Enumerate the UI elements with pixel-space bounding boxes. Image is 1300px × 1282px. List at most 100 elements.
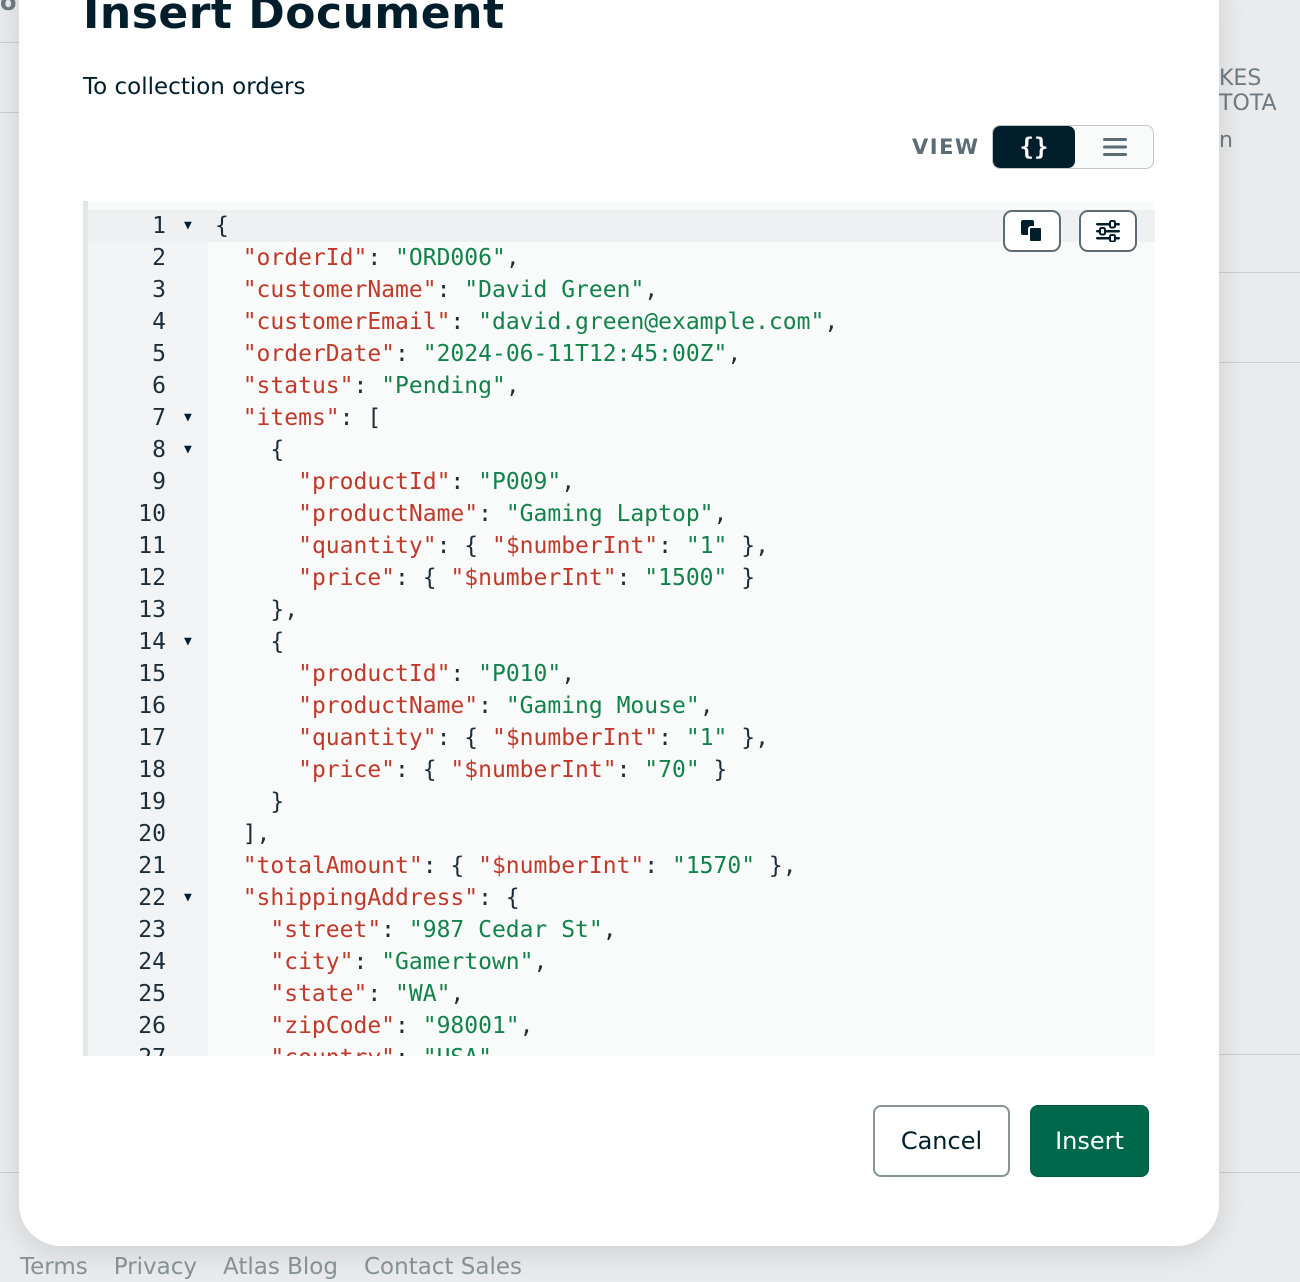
- code-line[interactable]: 2 "orderId": "ORD006",: [88, 242, 1155, 274]
- line-number: 14: [138, 629, 166, 655]
- code-text: "country": "USA": [215, 1042, 492, 1056]
- json-view-button[interactable]: {}: [993, 126, 1075, 168]
- code-line[interactable]: 12 "price": { "$numberInt": "1500" }: [88, 562, 1155, 594]
- code-text: {: [215, 213, 229, 239]
- code-line[interactable]: 15 "productId": "P010",: [88, 658, 1155, 690]
- code-line[interactable]: 1 ▼ {: [88, 210, 1155, 242]
- line-number: 12: [138, 565, 166, 591]
- code-line[interactable]: 25 "state": "WA",: [88, 978, 1155, 1010]
- code-line[interactable]: 22 ▼ "shippingAddress": {: [88, 882, 1155, 914]
- code-line[interactable]: 6 "status": "Pending",: [88, 370, 1155, 402]
- code-text: "city": "Gamertown",: [270, 949, 548, 975]
- code-text: "quantity": { "$numberInt": "1" },: [298, 533, 769, 559]
- code-line[interactable]: 21 "totalAmount": { "$numberInt": "1570"…: [88, 850, 1155, 882]
- code-line[interactable]: 20 ],: [88, 818, 1155, 850]
- curly-braces-icon: {}: [1019, 133, 1049, 161]
- code-text: "customerEmail": "david.green@example.co…: [242, 309, 839, 335]
- line-number: 11: [138, 533, 166, 559]
- code-line[interactable]: 5 "orderDate": "2024-06-11T12:45:00Z",: [88, 338, 1155, 370]
- background-column-header: KES TOTA: [1219, 66, 1277, 116]
- code-line[interactable]: 8 ▼ {: [88, 434, 1155, 466]
- line-number: 23: [138, 917, 166, 943]
- code-line[interactable]: 18 "price": { "$numberInt": "70" }: [88, 754, 1155, 786]
- code-line[interactable]: 23 "street": "987 Cedar St",: [88, 914, 1155, 946]
- background-divider: [0, 42, 19, 43]
- fold-arrow-icon[interactable]: ▼: [184, 210, 196, 242]
- background-divider: [0, 1172, 19, 1173]
- fold-arrow-icon[interactable]: ▼: [184, 626, 196, 658]
- view-toggle: {}: [992, 125, 1154, 169]
- code-text: "state": "WA",: [270, 981, 465, 1007]
- code-text: "totalAmount": { "$numberInt": "1570" },: [242, 853, 797, 879]
- code-line[interactable]: 19 }: [88, 786, 1155, 818]
- code-text: {: [215, 629, 285, 655]
- background-divider: [1219, 362, 1300, 363]
- code-text: "street": "987 Cedar St",: [270, 917, 617, 943]
- line-number: 22: [138, 885, 166, 911]
- code-text: "productName": "Gaming Mouse",: [298, 693, 714, 719]
- line-number: 16: [138, 693, 166, 719]
- code-text: "orderDate": "2024-06-11T12:45:00Z",: [242, 341, 742, 367]
- background-fragment-left: o: [0, 0, 17, 16]
- background-divider: [1219, 1054, 1300, 1055]
- line-number: 15: [138, 661, 166, 687]
- line-number: 27: [96, 1042, 166, 1056]
- line-number: 18: [138, 757, 166, 783]
- code-line[interactable]: 4 "customerEmail": "david.green@example.…: [88, 306, 1155, 338]
- line-number: 3: [152, 277, 166, 303]
- code-text: },: [215, 597, 299, 623]
- view-label: VIEW: [912, 135, 980, 159]
- code-line[interactable]: 13 },: [88, 594, 1155, 626]
- footer-links: Terms Privacy Atlas Blog Contact Sales: [20, 1254, 522, 1280]
- code-text: "orderId": "ORD006",: [242, 245, 520, 271]
- footer-link-atlas-blog[interactable]: Atlas Blog: [223, 1254, 338, 1280]
- code-line[interactable]: 26 "zipCode": "98001",: [88, 1010, 1155, 1042]
- code-text: "items": [: [242, 405, 382, 431]
- copy-document-button[interactable]: [1003, 210, 1061, 252]
- modal-subtitle: To collection orders: [83, 74, 306, 100]
- footer-link-privacy[interactable]: Privacy: [114, 1254, 197, 1280]
- background-divider: [1219, 272, 1300, 273]
- fold-arrow-icon[interactable]: ▼: [184, 434, 196, 466]
- code-line[interactable]: 16 "productName": "Gaming Mouse",: [88, 690, 1155, 722]
- line-number: 20: [138, 821, 166, 847]
- code-line[interactable]: 7 ▼ "items": [: [88, 402, 1155, 434]
- code-text: "productId": "P009",: [298, 469, 576, 495]
- line-number: 4: [152, 309, 166, 335]
- code-line[interactable]: 10 "productName": "Gaming Laptop",: [88, 498, 1155, 530]
- code-line[interactable]: 3 "customerName": "David Green",: [88, 274, 1155, 306]
- code-line[interactable]: 11 "quantity": { "$numberInt": "1" },: [88, 530, 1155, 562]
- line-number: 17: [138, 725, 166, 751]
- line-number: 8: [152, 437, 166, 463]
- cancel-button[interactable]: Cancel: [873, 1105, 1010, 1177]
- code-text: "productId": "P010",: [298, 661, 576, 687]
- insert-button[interactable]: Insert: [1030, 1105, 1149, 1177]
- background-divider: [0, 112, 19, 113]
- code-line[interactable]: 27 "country": "USA": [88, 1042, 1155, 1056]
- json-editor[interactable]: 1 ▼{2 "orderId": "ORD006", 3 "customerName…: [83, 201, 1155, 1056]
- code-text: "productName": "Gaming Laptop",: [298, 501, 728, 527]
- copy-icon: [1021, 220, 1043, 243]
- line-number: 19: [138, 789, 166, 815]
- code-text: "quantity": { "$numberInt": "1" },: [298, 725, 769, 751]
- footer-link-terms[interactable]: Terms: [20, 1254, 88, 1280]
- code-line[interactable]: 24 "city": "Gamertown",: [88, 946, 1155, 978]
- code-text: "price": { "$numberInt": "70" }: [298, 757, 728, 783]
- line-number: 10: [138, 501, 166, 527]
- editor-settings-button[interactable]: [1079, 210, 1137, 252]
- fold-arrow-icon[interactable]: ▼: [184, 882, 196, 914]
- line-number: 1: [152, 213, 166, 239]
- code-line[interactable]: 17 "quantity": { "$numberInt": "1" },: [88, 722, 1155, 754]
- line-number: 7: [152, 405, 166, 431]
- fold-arrow-icon[interactable]: ▼: [184, 402, 196, 434]
- line-number: 24: [138, 949, 166, 975]
- code-text: "zipCode": "98001",: [270, 1013, 534, 1039]
- line-number: 5: [152, 341, 166, 367]
- code-text: "customerName": "David Green",: [242, 277, 659, 303]
- footer-link-contact-sales[interactable]: Contact Sales: [364, 1254, 522, 1280]
- code-line[interactable]: 14 ▼ {: [88, 626, 1155, 658]
- line-number: 2: [152, 245, 166, 271]
- list-icon: [1103, 138, 1127, 156]
- code-line[interactable]: 9 "productId": "P009",: [88, 466, 1155, 498]
- list-view-button[interactable]: [1075, 126, 1153, 168]
